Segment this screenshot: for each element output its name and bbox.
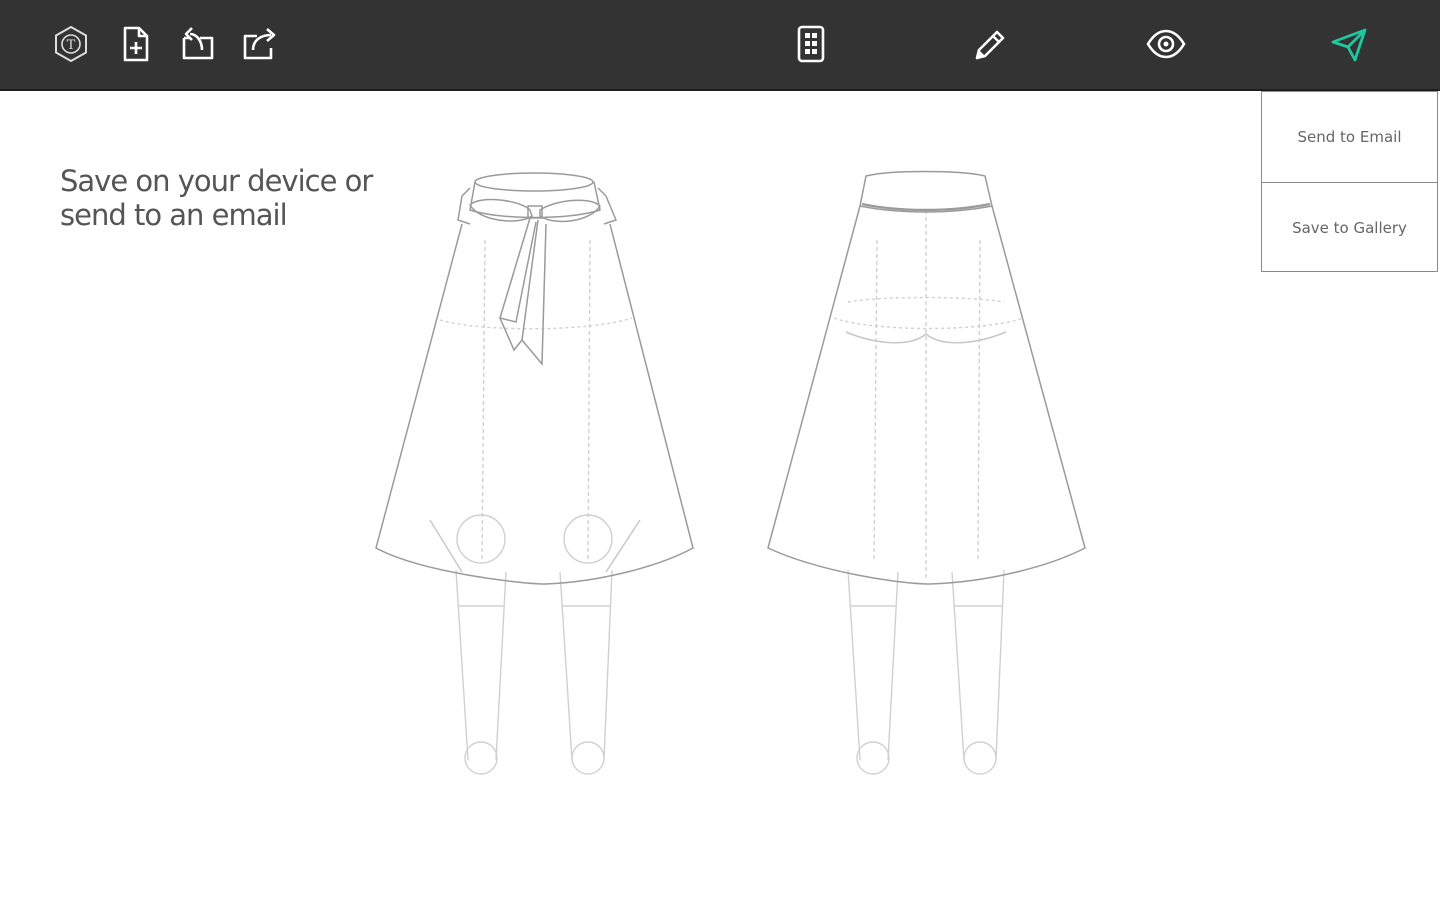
send-to-email-option[interactable]: Send to Email <box>1262 92 1437 182</box>
instruction-text: Save on your device or send to an email <box>60 164 373 232</box>
front-skirt <box>375 172 694 585</box>
garment-sketch <box>375 170 1086 775</box>
save-to-gallery-option[interactable]: Save to Gallery <box>1262 182 1437 273</box>
send-menu: Send to Email Save to Gallery <box>1261 91 1438 272</box>
